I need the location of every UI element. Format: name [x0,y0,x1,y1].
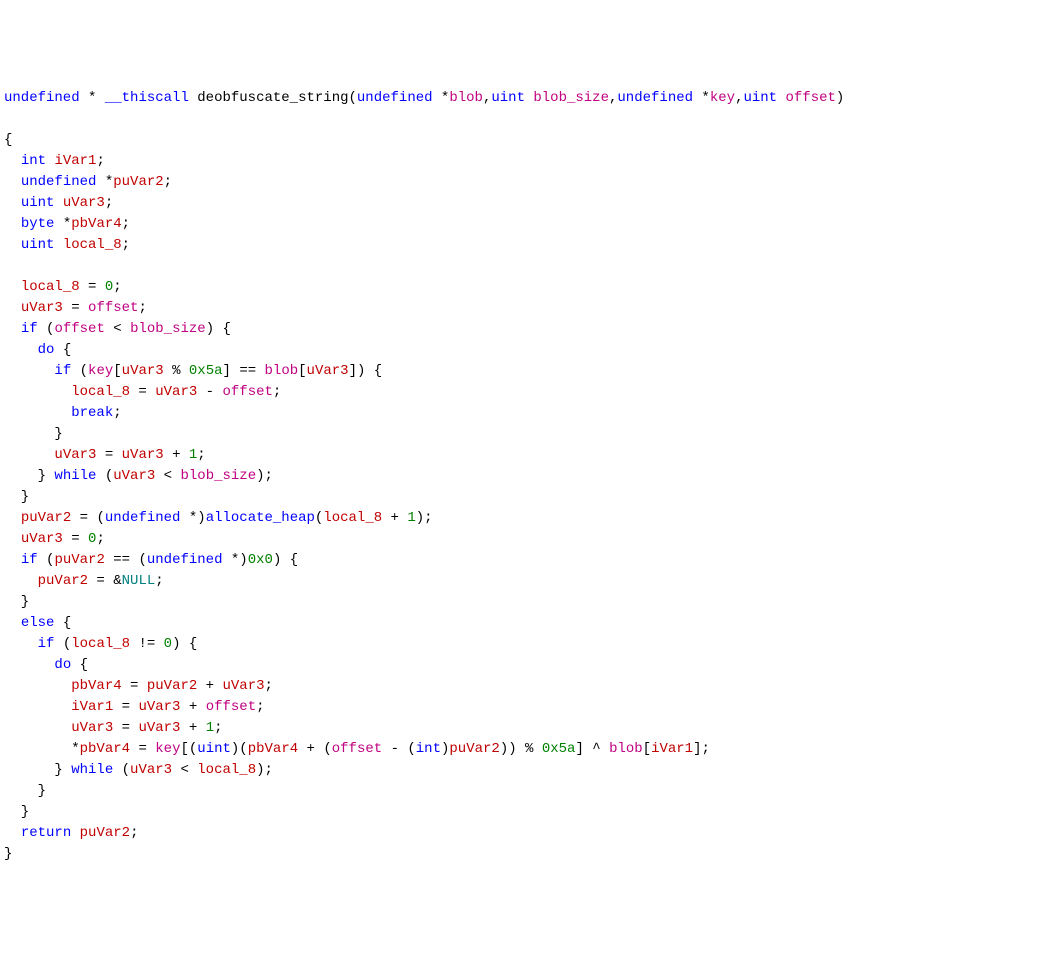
var-uvar3: uVar3 [21,300,63,316]
var-local8: local_8 [71,384,130,400]
type-undefined: undefined [105,510,181,526]
type-uint: uint [21,237,55,253]
kw-if: if [21,321,38,337]
calling-convention: __thiscall [105,90,189,106]
num-0x5a: 0x5a [542,741,576,757]
param-blob-size: blob_size [180,468,256,484]
num-zero: 0 [88,531,96,547]
var-ivar1: iVar1 [651,741,693,757]
var-puvar2: puVar2 [38,573,88,589]
var-local8: local_8 [323,510,382,526]
var-uvar3: uVar3 [155,384,197,400]
var-uvar3: uVar3 [122,447,164,463]
num-one: 1 [206,720,214,736]
var-local8: local_8 [63,237,122,253]
type-undefined: undefined [4,90,80,106]
var-pbvar4: pbVar4 [248,741,298,757]
const-null: NULL [122,573,156,589]
call-allocate-heap: allocate_heap [206,510,315,526]
var-uvar3: uVar3 [71,720,113,736]
var-local8: local_8 [197,762,256,778]
kw-else: else [21,615,55,631]
var-local8: local_8 [21,279,80,295]
type-int: int [21,153,46,169]
var-pbvar4: pbVar4 [80,741,130,757]
param-offset: offset [332,741,382,757]
var-puvar2: puVar2 [147,678,197,694]
var-uvar3: uVar3 [63,195,105,211]
type-undefined: undefined [617,90,693,106]
param-key: key [88,363,113,379]
decompiled-code: undefined * __thiscall deobfuscate_strin… [4,88,1037,865]
var-ivar1: iVar1 [54,153,96,169]
var-puvar2: puVar2 [113,174,163,190]
param-offset: offset [222,384,272,400]
var-uvar3: uVar3 [307,363,349,379]
kw-return: return [21,825,71,841]
num-zero: 0 [164,636,172,652]
param-key: key [710,90,735,106]
kw-break: break [71,405,113,421]
param-offset: offset [54,321,104,337]
num-one: 1 [189,447,197,463]
type-byte: byte [21,216,55,232]
param-offset: offset [206,699,256,715]
var-uvar3: uVar3 [138,699,180,715]
var-puvar2: puVar2 [54,552,104,568]
param-blob: blob [609,741,643,757]
param-key: key [155,741,180,757]
param-blob-size: blob_size [130,321,206,337]
var-puvar2: puVar2 [80,825,130,841]
var-uvar3: uVar3 [122,363,164,379]
var-puvar2: puVar2 [449,741,499,757]
type-undefined: undefined [21,174,97,190]
var-pbvar4: pbVar4 [71,216,121,232]
var-ivar1: iVar1 [71,699,113,715]
kw-do: do [54,657,71,673]
function-name: deobfuscate_string [197,90,348,106]
param-offset: offset [88,300,138,316]
var-uvar3: uVar3 [54,447,96,463]
var-uvar3: uVar3 [21,531,63,547]
type-uint: uint [491,90,525,106]
num-0x5a: 0x5a [189,363,223,379]
var-pbvar4: pbVar4 [71,678,121,694]
type-uint: uint [197,741,231,757]
kw-while: while [54,468,96,484]
var-puvar2: puVar2 [21,510,71,526]
param-blob-size: blob_size [533,90,609,106]
var-local8: local_8 [71,636,130,652]
kw-if: if [38,636,55,652]
num-one: 1 [407,510,415,526]
var-uvar3: uVar3 [130,762,172,778]
kw-do: do [38,342,55,358]
param-offset: offset [785,90,835,106]
param-blob: blob [449,90,483,106]
var-uvar3: uVar3 [113,468,155,484]
type-uint: uint [743,90,777,106]
num-0x0: 0x0 [248,552,273,568]
param-blob: blob [265,363,299,379]
kw-while: while [71,762,113,778]
var-uvar3: uVar3 [223,678,265,694]
type-uint: uint [21,195,55,211]
type-undefined: undefined [357,90,433,106]
var-uvar3: uVar3 [138,720,180,736]
type-undefined: undefined [147,552,223,568]
kw-if: if [54,363,71,379]
num-zero: 0 [105,279,113,295]
type-int: int [416,741,441,757]
kw-if: if [21,552,38,568]
